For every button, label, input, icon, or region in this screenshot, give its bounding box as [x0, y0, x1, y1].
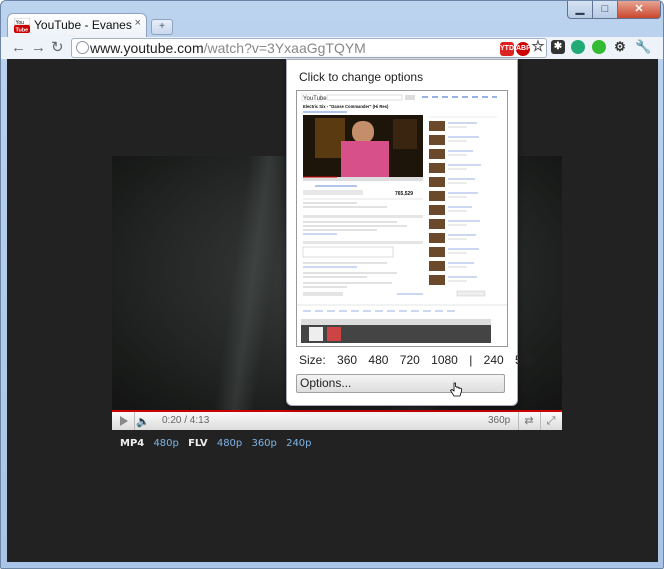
browser-tab[interactable]: You Tube YouTube - Evanescence ×: [7, 13, 147, 37]
forward-icon[interactable]: →: [31, 39, 46, 57]
size-separator: |: [469, 353, 473, 367]
extension-green-icon[interactable]: [592, 40, 606, 54]
fullscreen-icon[interactable]: ⤢: [540, 412, 561, 430]
time-display: 0:20 / 4:13: [162, 415, 210, 426]
maximize-button[interactable]: □: [592, 1, 618, 19]
size-options: Size: 360 480 720 1080 | 240 540: [299, 353, 543, 367]
close-icon: ✕: [634, 3, 644, 15]
extension-popup: Click to change options YouTube Electric…: [286, 59, 535, 406]
tab-title: YouTube - Evanescence: [34, 18, 132, 32]
size-option-480[interactable]: 480: [368, 353, 388, 367]
extension-asterisk-icon[interactable]: ✱: [551, 40, 565, 54]
play-button[interactable]: [112, 412, 135, 430]
close-window-button[interactable]: ✕: [617, 1, 661, 19]
tab-close-icon[interactable]: ×: [135, 17, 141, 29]
volume-icon[interactable]: 🔈: [136, 415, 150, 428]
player-controls: 🔈 0:20 / 4:13 360p ⇄ ⤢: [112, 410, 562, 430]
youtube-page-preview[interactable]: YouTube Electric Six - "Danse Commander"…: [296, 90, 508, 347]
url-host: www.youtube.com: [90, 40, 204, 56]
youtube-favicon-icon: You Tube: [14, 18, 30, 33]
download-link-flv-240p[interactable]: 240p: [286, 438, 311, 449]
wrench-icon[interactable]: 🔧: [635, 40, 651, 54]
preview-video-title: Electric Six - "Danse Commander" (Hi Res…: [303, 104, 389, 109]
format-label-mp4: MP4: [120, 438, 145, 449]
title-bar: You Tube YouTube - Evanescence × + ▁ □ ✕: [1, 1, 663, 37]
adblock-icon[interactable]: ABP: [516, 42, 531, 56]
size-option-540[interactable]: 540: [515, 353, 535, 367]
globe-icon: [76, 41, 89, 54]
preview-logo: YouTube: [303, 96, 327, 102]
size-option-1080[interactable]: 1080: [431, 353, 458, 367]
youtube-downloader-icon[interactable]: YTD: [500, 42, 514, 56]
size-label: Size:: [299, 353, 326, 367]
video-frame-detail: [214, 156, 290, 410]
hand-cursor-icon: [449, 382, 462, 397]
download-link-mp4-480p[interactable]: 480p: [153, 438, 178, 449]
url-text: www.youtube.com/watch?v=3YxaaGgTQYM: [90, 40, 366, 56]
svg-text:Tube: Tube: [16, 28, 29, 34]
size-option-240[interactable]: 240: [484, 353, 504, 367]
url-path: /watch?v=3YxaaGgTQYM: [203, 40, 366, 56]
size-toggle-icon[interactable]: ⇄: [518, 412, 539, 430]
download-link-flv-360p[interactable]: 360p: [251, 438, 276, 449]
size-option-720[interactable]: 720: [400, 353, 420, 367]
minimize-button[interactable]: ▁: [567, 1, 593, 19]
new-tab-button[interactable]: +: [151, 19, 173, 35]
format-label-flv: FLV: [188, 438, 208, 449]
download-link-flv-480p[interactable]: 480p: [217, 438, 242, 449]
reload-icon[interactable]: ↻: [51, 39, 64, 57]
bookmark-star-icon[interactable]: ☆: [531, 39, 545, 54]
maximize-icon: □: [601, 3, 609, 15]
extension-gear-icon[interactable]: ⚙: [613, 40, 627, 54]
back-icon[interactable]: ←: [11, 39, 26, 57]
extension-refresh-icon[interactable]: [571, 40, 585, 54]
address-bar[interactable]: www.youtube.com/watch?v=3YxaaGgTQYM YTD …: [71, 38, 547, 58]
preview-views: 765,529: [395, 191, 413, 197]
size-option-360[interactable]: 360: [337, 353, 357, 367]
browser-toolbar: ← → ↻ www.youtube.com/watch?v=3YxaaGgTQY…: [1, 37, 663, 59]
options-button[interactable]: Options...: [296, 374, 505, 393]
minimize-icon: ▁: [575, 3, 585, 15]
preview-thumbnail: YouTube Electric Six - "Danse Commander"…: [297, 91, 507, 346]
browser-window: You Tube YouTube - Evanescence × + ▁ □ ✕…: [0, 0, 664, 569]
quality-selector[interactable]: 360p: [488, 415, 510, 426]
download-links: MP4 480p FLV 480p 360p 240p: [120, 438, 318, 449]
popup-header: Click to change options: [299, 70, 424, 84]
